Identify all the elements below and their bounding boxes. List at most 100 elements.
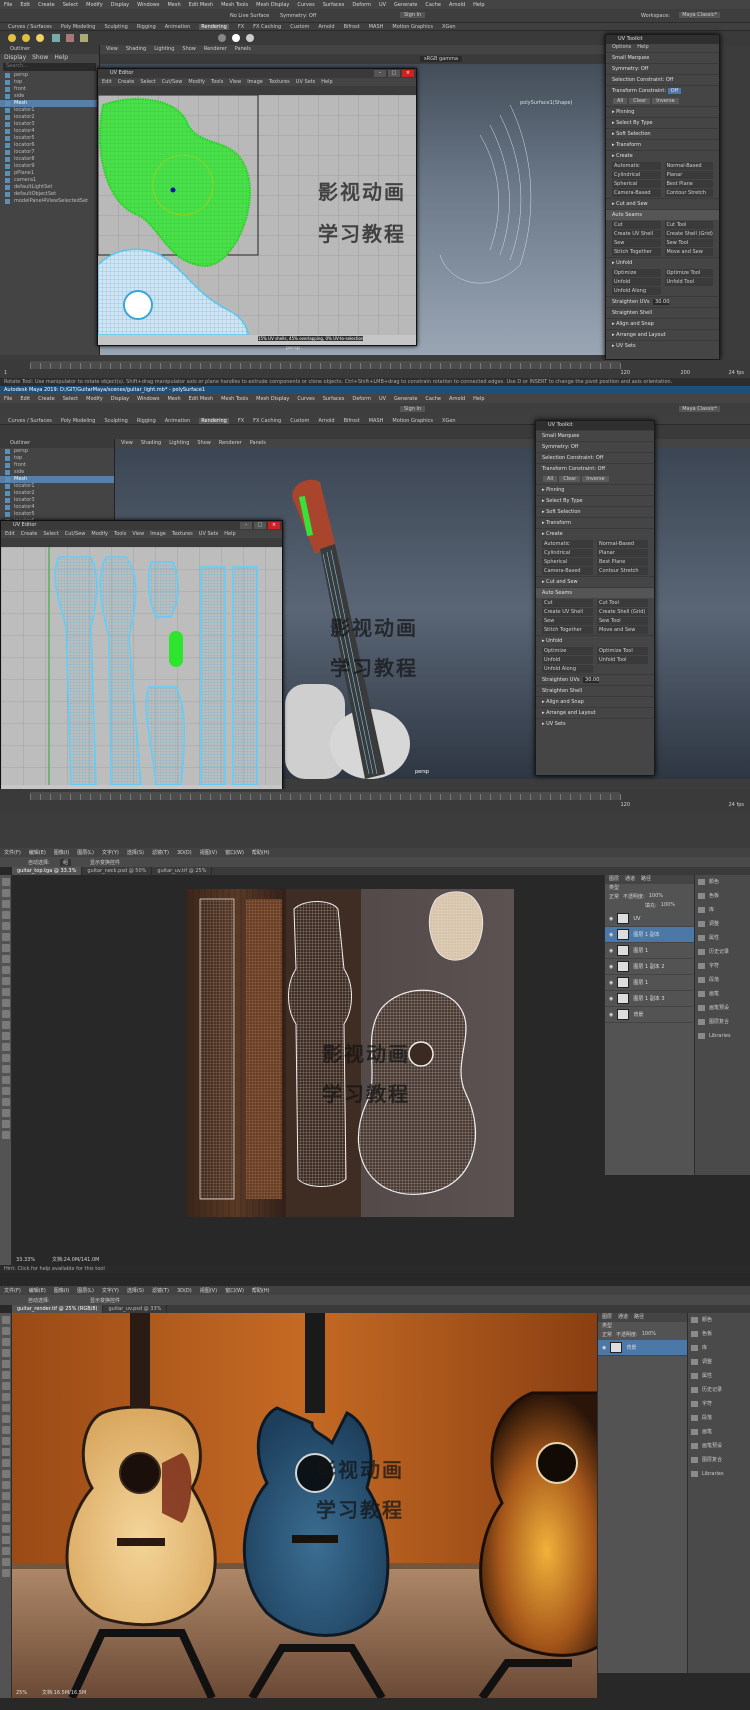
select-button-clear[interactable]: Clear	[629, 98, 651, 104]
maximize-icon[interactable]: □	[388, 70, 400, 77]
ps-tool-icon[interactable]	[2, 1437, 10, 1445]
eye-icon[interactable]: ◉	[609, 996, 613, 1002]
ps-menu-item-3[interactable]: 图层(L)	[77, 849, 94, 856]
right-panel-item[interactable]: 段落	[695, 973, 750, 987]
outliner-item[interactable]: locator1	[0, 107, 99, 114]
outliner-item[interactable]: top	[0, 455, 114, 462]
viewport-menu-item[interactable]: View	[106, 45, 118, 54]
toolkit-section-cut-and-sew[interactable]: ▸ Cut and Sew	[536, 576, 654, 587]
right-panel-item[interactable]: 库	[695, 903, 750, 917]
uv-editor-window-2[interactable]: UV Editor – □ × Edit Create Select Cut/Sew Mod…	[0, 520, 283, 795]
outliner-item[interactable]: locator3	[0, 121, 99, 128]
right-panel-item[interactable]: 历史记录	[688, 1383, 750, 1397]
ps-menu-item-10[interactable]: 帮助(H)	[252, 849, 270, 856]
toolkit-section-uv-sets[interactable]: ▸ UV Sets	[536, 718, 654, 729]
ps-doc-tab[interactable]: guitar_top.tga @ 33.3%	[12, 867, 83, 875]
toolkit-section-transform[interactable]: ▸ Transform	[536, 517, 654, 528]
cut-sew-tool-6[interactable]: Stitch Together	[542, 626, 593, 634]
layers-tab[interactable]: 路径	[634, 1313, 644, 1322]
main-menu-item-6[interactable]: Windows	[137, 396, 159, 402]
uv-menu-item-2[interactable]: Select	[140, 78, 155, 86]
auto-seams-button[interactable]: Auto Seams	[606, 209, 719, 220]
ps-tool-icon[interactable]	[2, 911, 10, 919]
create-tool-2[interactable]: Cylindrical	[542, 549, 593, 557]
shelf-tab-8[interactable]: Custom	[290, 24, 309, 30]
outliner-item[interactable]: Mesh	[0, 100, 99, 107]
uv-menu-item-8[interactable]: Textures	[269, 78, 290, 86]
ps-tool-icon[interactable]	[2, 1514, 10, 1522]
close-icon[interactable]: ×	[268, 522, 280, 529]
ps-toolbar-2[interactable]	[0, 1313, 12, 1698]
outliner-item[interactable]: front	[0, 462, 114, 469]
auto-seams-button[interactable]: Auto Seams	[536, 587, 654, 598]
layers-tab[interactable]: 通道	[618, 1313, 628, 1322]
ps-tool-icon[interactable]	[2, 1415, 10, 1423]
unfold-tool-1[interactable]: Optimize Tool	[597, 647, 648, 655]
ps-tool-icon[interactable]	[2, 1492, 10, 1500]
ps-doc-tab[interactable]: guitar_render.tif @ 25% (RGB/8)	[12, 1305, 104, 1313]
toolkit-menu-item-1[interactable]: Help	[637, 44, 648, 52]
main-menu-item-17[interactable]: Arnold	[449, 396, 465, 402]
create-tool-4[interactable]: Spherical	[542, 558, 593, 566]
ps-tool-icon[interactable]	[2, 889, 10, 897]
layer-row[interactable]: ◉ UV	[605, 911, 694, 927]
cut-sew-tool-1[interactable]: Cut Tool	[597, 599, 648, 607]
outliner-search-input[interactable]: Search...	[3, 63, 96, 71]
toolkit-section-pinning[interactable]: ▸ Pinning	[536, 484, 654, 495]
straighten-uvs-button[interactable]: Straighten UVs	[612, 299, 649, 305]
ps-tool-icon[interactable]	[2, 1481, 10, 1489]
main-menu-item-4[interactable]: Modify	[86, 2, 103, 8]
maya-timeline-2[interactable]: 120 24 fps	[0, 789, 750, 812]
ps-tool-icon[interactable]	[2, 1010, 10, 1018]
ps-tool-icon[interactable]	[2, 1131, 10, 1139]
unfold-tool-0[interactable]: Optimize	[542, 647, 593, 655]
toolkit-mode-2[interactable]: Small Marquee	[536, 430, 654, 441]
ps-tool-icon[interactable]	[2, 944, 10, 952]
uv-canvas-2[interactable]	[1, 547, 282, 785]
select-button-all[interactable]: All	[613, 98, 628, 104]
toolkit-symmetry[interactable]: Symmetry: Off	[606, 63, 719, 74]
uv-menu-item-4[interactable]: Modify	[91, 530, 108, 538]
shelf-tab-11[interactable]: MASH	[369, 24, 384, 30]
main-menu-item-5[interactable]: Display	[111, 2, 129, 8]
cut-sew-tool-7[interactable]: Move and Sew	[664, 248, 713, 256]
uv-menu-item-0[interactable]: Edit	[102, 78, 112, 86]
ps-right-panel-2[interactable]: 颜色 色板库调整 属性 历史记录 字符 段落 画笔 画笔预设 图层复合 Libraries	[687, 1313, 750, 1673]
cut-sew-tool-2[interactable]: Create UV Shell	[612, 230, 661, 238]
main-menu-item-12[interactable]: Surfaces	[323, 2, 345, 8]
ps-tool-icon[interactable]	[2, 1043, 10, 1051]
main-menu-item-11[interactable]: Curves	[297, 2, 314, 8]
ps-canvas-area-2[interactable]: 25% 文档:16.5M/16.5M	[12, 1313, 597, 1698]
ps-tool-icon[interactable]	[2, 1120, 10, 1128]
layer-row[interactable]: ◉ 图层 1 副本	[605, 927, 694, 943]
symmetry-value-2[interactable]: Off	[571, 444, 578, 450]
show-transform-label[interactable]: 显示变换控件	[90, 859, 120, 866]
layer-row[interactable]: ◉ 图层 1 副本 2	[605, 959, 694, 975]
right-panel-item[interactable]: 字符	[688, 1397, 750, 1411]
toolkit-transform-constraint-2[interactable]: Transform Constraint: Off	[536, 463, 654, 474]
outliner-item[interactable]: locator9	[0, 163, 99, 170]
ps-tool-icon[interactable]	[2, 1470, 10, 1478]
cut-sew-tool-0[interactable]: Cut	[542, 599, 593, 607]
uv-menu-item-3[interactable]: Cut/Sew	[162, 78, 183, 86]
main-menu-item-17[interactable]: Arnold	[449, 2, 465, 8]
create-tool-1[interactable]: Normal-Based	[597, 540, 648, 548]
outliner-menu-item-0[interactable]: Display	[4, 54, 26, 62]
fps-select[interactable]: 24 fps	[729, 370, 745, 376]
uv-menu-item-2[interactable]: Select	[43, 530, 58, 538]
ps-doc-tab[interactable]: guitar_neck.psd @ 50%	[82, 867, 153, 875]
shelf-tab-2[interactable]: Sculpting	[104, 418, 127, 424]
outliner-item[interactable]: locator4	[0, 128, 99, 135]
ps-tool-icon[interactable]	[2, 1382, 10, 1390]
toolkit-section-arrange-and-layout[interactable]: ▸ Arrange and Layout	[606, 329, 719, 340]
create-tool-6[interactable]: Camera-Based	[612, 189, 661, 197]
uv-editor-titlebar-2[interactable]: UV Editor – □ ×	[1, 521, 282, 530]
cut-sew-tool-5[interactable]: Sew Tool	[664, 239, 713, 247]
create-tool-3[interactable]: Planar	[664, 171, 713, 179]
straighten-shell-button[interactable]: Straighten Shell	[536, 685, 654, 696]
blend-mode-select-2[interactable]: 正常	[602, 1331, 612, 1340]
ps-tool-icon[interactable]	[2, 1021, 10, 1029]
ps-right-panel[interactable]: 颜色 色板库调整 属性 历史记录 字符 段落 画笔 画笔预设 图层复合 Libraries	[694, 875, 750, 1175]
ps-zoom-2[interactable]: 25%	[16, 1690, 27, 1696]
uv-menu-item-5[interactable]: Tools	[114, 530, 126, 538]
